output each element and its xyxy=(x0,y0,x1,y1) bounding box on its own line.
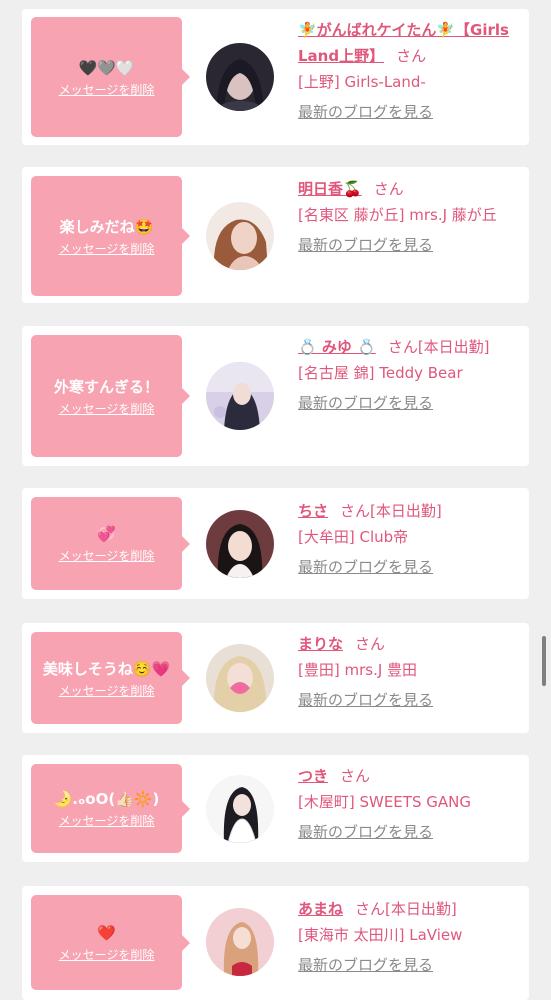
avatar[interactable] xyxy=(206,644,274,712)
cast-info: つき さん [木屋町] SWEETS GANG 最新のブログを見る xyxy=(298,763,524,845)
honorific: さん[本日出勤] xyxy=(355,900,457,918)
avatar[interactable] xyxy=(206,510,274,578)
message-text: 🖤🩶🤍 xyxy=(78,58,135,77)
cast-name-link[interactable]: ちさ xyxy=(298,502,328,520)
message-text: 💞 xyxy=(97,525,116,543)
latest-blog-link[interactable]: 最新のブログを見る xyxy=(298,394,433,412)
delete-message-link[interactable]: メッセージを削除 xyxy=(59,547,155,564)
shop-label: [東海市 太田川] LaView xyxy=(298,926,463,944)
cast-info: ちさ さん[本日出勤] [大牟田] Club帝 最新のブログを見る xyxy=(298,498,524,580)
latest-blog-link[interactable]: 最新のブログを見る xyxy=(298,236,433,254)
message-bubble: 🖤🩶🤍 メッセージを削除 xyxy=(31,17,190,137)
latest-blog-link[interactable]: 最新のブログを見る xyxy=(298,691,433,709)
shop-label: [上野] Girls-Land- xyxy=(298,73,426,91)
cast-name-link[interactable]: まりな xyxy=(298,635,343,653)
message-card: 美味しそうね☺️💗 メッセージを削除 まりな さん [豊田] mrs.J 豊田 最… xyxy=(22,623,529,733)
latest-blog-link[interactable]: 最新のブログを見る xyxy=(298,558,433,576)
cast-info: まりな さん [豊田] mrs.J 豊田 最新のブログを見る xyxy=(298,631,524,713)
latest-blog-link[interactable]: 最新のブログを見る xyxy=(298,956,433,974)
latest-blog-link[interactable]: 最新のブログを見る xyxy=(298,823,433,841)
message-text: 🌛.ₒoO(👍🏻🔆) xyxy=(53,790,160,808)
latest-blog-link[interactable]: 最新のブログを見る xyxy=(298,103,433,121)
message-text: ❤️ xyxy=(97,924,116,942)
message-card: 🌛.ₒoO(👍🏻🔆) メッセージを削除 つき さん [木屋町] SWEETS GA… xyxy=(22,755,529,862)
avatar[interactable] xyxy=(206,43,274,111)
shop-label: [名東区 藤が丘] mrs.J 藤が丘 xyxy=(298,206,497,224)
message-card: 🖤🩶🤍 メッセージを削除 🧚がんばれケイたん🧚【Girls Land上野】 さん … xyxy=(22,9,529,145)
message-card: ❤️ メッセージを削除 あまね さん[本日出勤] [東海市 太田川] LaView… xyxy=(22,886,529,1000)
shop-label: [豊田] mrs.J 豊田 xyxy=(298,661,418,679)
delete-message-link[interactable]: メッセージを削除 xyxy=(59,946,155,963)
honorific: さん xyxy=(373,180,404,198)
message-list-page: 🖤🩶🤍 メッセージを削除 🧚がんばれケイたん🧚【Girls Land上野】 さん … xyxy=(0,0,551,1000)
avatar[interactable] xyxy=(206,362,274,430)
shop-label: [名古屋 錦] Teddy Bear xyxy=(298,364,463,382)
delete-message-link[interactable]: メッセージを削除 xyxy=(59,400,155,417)
avatar[interactable] xyxy=(206,908,274,976)
message-bubble: 美味しそうね☺️💗 メッセージを削除 xyxy=(31,632,190,724)
cast-name-link[interactable]: つき xyxy=(298,767,328,785)
cast-info: 明日香🍒 さん [名東区 藤が丘] mrs.J 藤が丘 最新のブログを見る xyxy=(298,176,524,258)
cast-info: あまね さん[本日出勤] [東海市 太田川] LaView 最新のブログを見る xyxy=(298,896,524,978)
cast-name-link[interactable]: 💍 みゆ 💍 xyxy=(298,338,376,356)
honorific: さん[本日出勤] xyxy=(387,338,490,356)
message-card: 楽しみだね🤩 メッセージを削除 明日香🍒 さん [名東区 藤が丘] mrs.J 藤… xyxy=(22,167,529,303)
cast-info: 💍 みゆ 💍 さん[本日出勤] [名古屋 錦] Teddy Bear 最新のブログ… xyxy=(298,334,524,416)
cast-name-link[interactable]: あまね xyxy=(298,900,343,918)
honorific: さん xyxy=(396,47,427,65)
avatar[interactable] xyxy=(206,775,274,843)
delete-message-link[interactable]: メッセージを削除 xyxy=(59,812,155,829)
cast-name-link[interactable]: 明日香🍒 xyxy=(298,180,362,198)
message-card: 💞 メッセージを削除 ちさ さん[本日出勤] [大牟田] Club帝 最新のブログ… xyxy=(22,488,529,599)
message-text: 楽しみだね🤩 xyxy=(59,217,154,236)
honorific: さん xyxy=(355,635,386,653)
cast-info: 🧚がんばれケイたん🧚【Girls Land上野】 さん [上野] Girls-La… xyxy=(298,17,524,125)
message-text: 美味しそうね☺️💗 xyxy=(42,659,171,678)
delete-message-link[interactable]: メッセージを削除 xyxy=(59,81,155,98)
shop-label: [木屋町] SWEETS GANG xyxy=(298,793,471,811)
shop-label: [大牟田] Club帝 xyxy=(298,528,409,546)
scrollbar-thumb[interactable] xyxy=(542,636,546,686)
message-card: 外寒すんぎる！ メッセージを削除 💍 みゆ 💍 さん[本日出勤] [名古屋 錦] … xyxy=(22,326,529,466)
delete-message-link[interactable]: メッセージを削除 xyxy=(59,240,155,257)
avatar[interactable] xyxy=(206,202,274,270)
message-bubble: ❤️ メッセージを削除 xyxy=(31,895,190,990)
honorific: さん xyxy=(340,767,371,785)
delete-message-link[interactable]: メッセージを削除 xyxy=(59,682,155,699)
message-bubble: 💞 メッセージを削除 xyxy=(31,497,190,590)
message-text: 外寒すんぎる！ xyxy=(53,377,159,396)
honorific: さん[本日出勤] xyxy=(340,502,442,520)
message-bubble: 🌛.ₒoO(👍🏻🔆) メッセージを削除 xyxy=(31,764,190,853)
message-bubble: 外寒すんぎる！ メッセージを削除 xyxy=(31,335,190,457)
message-bubble: 楽しみだね🤩 メッセージを削除 xyxy=(31,176,190,296)
